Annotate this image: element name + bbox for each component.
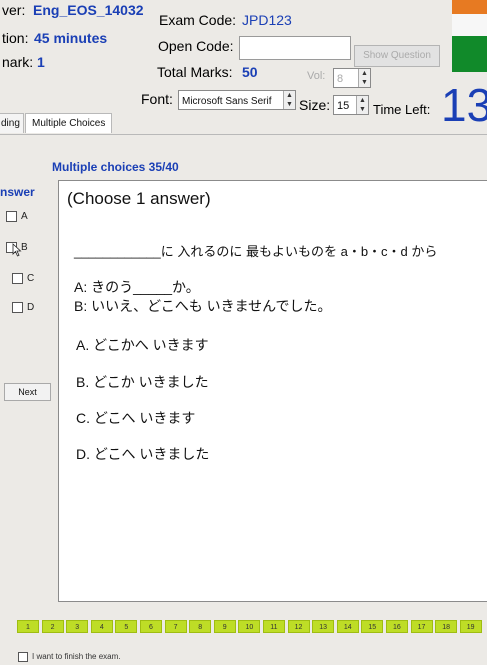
choice-d: D. どこへ いきました <box>76 444 209 464</box>
answer-option-a-label: A <box>21 211 28 223</box>
checkbox-c[interactable] <box>12 273 23 284</box>
question-instruction: (Choose 1 answer) <box>67 189 211 208</box>
open-code-label: Open Code: <box>158 38 234 54</box>
font-label: Font: <box>141 91 173 107</box>
question-nav-button[interactable]: 8 <box>189 620 212 633</box>
total-marks-value: 50 <box>242 64 258 80</box>
answer-header: nswer <box>0 185 35 199</box>
question-nav-button[interactable]: 18 <box>435 620 458 633</box>
choice-b: B. どこか いきました <box>76 372 209 392</box>
tab-reading[interactable]: ding <box>0 113 24 133</box>
finish-exam-checkbox[interactable] <box>18 652 28 662</box>
question-counter: Multiple choices 35/40 <box>52 160 179 174</box>
choice-c: C. どこへ いきます <box>76 408 195 428</box>
tab-multiple-choices[interactable]: Multiple Choices <box>25 113 113 133</box>
choice-a-letter: A. <box>76 337 90 353</box>
question-nav-button[interactable]: 5 <box>115 620 138 633</box>
finish-exam-label: I want to finish the exam. <box>32 652 121 662</box>
checkbox-d[interactable] <box>12 302 23 313</box>
spin-arrows-icon[interactable]: ▲ ▼ <box>358 69 370 87</box>
answer-option-a[interactable]: A <box>6 211 28 222</box>
exam-code-label: Exam Code: <box>159 12 237 28</box>
flag-orange-stripe <box>452 0 487 14</box>
size-value: 15 <box>337 100 350 112</box>
question-nav-button[interactable]: 15 <box>361 620 384 633</box>
dialog-line-b: B: いいえ、どこへも いきませんでした。 <box>74 298 332 314</box>
mark-value: 1 <box>37 54 45 70</box>
vol-label: Vol: <box>307 70 326 82</box>
flag-green-stripe <box>452 36 487 72</box>
question-nav-button[interactable]: 2 <box>41 620 64 633</box>
answer-option-c[interactable]: C <box>12 273 34 284</box>
vol-value: 8 <box>337 73 344 85</box>
question-nav-button[interactable]: 11 <box>262 620 285 633</box>
show-question-button[interactable]: Show Question <box>354 45 440 67</box>
choice-c-letter: C. <box>76 410 90 426</box>
vol-spinner[interactable]: 8 ▲ ▼ <box>333 68 371 88</box>
choice-d-text: どこへ いきました <box>93 446 210 462</box>
question-nav-button[interactable]: 17 <box>410 620 433 633</box>
question-nav-button[interactable]: 19 <box>459 620 482 633</box>
question-nav-button[interactable]: 6 <box>139 620 162 633</box>
question-prompt: ____________に 入れるのに 最もよいものを a・b・c・d から <box>74 244 438 259</box>
size-label: Size: <box>299 97 331 113</box>
font-select[interactable]: Microsoft Sans Serif ▲ ▼ <box>178 90 296 110</box>
question-nav-button[interactable]: 3 <box>66 620 89 633</box>
question-nav-button[interactable]: 12 <box>287 620 310 633</box>
choice-a-text: どこかへ いきます <box>93 337 209 353</box>
answer-option-d[interactable]: D <box>12 302 34 313</box>
choice-b-letter: B. <box>76 374 90 390</box>
question-nav-button[interactable]: 13 <box>312 620 335 633</box>
choice-b-text: どこか いきました <box>93 374 209 390</box>
choice-c-text: どこへ いきます <box>93 410 196 426</box>
checkbox-a[interactable] <box>6 211 17 222</box>
question-nav-button[interactable]: 4 <box>90 620 113 633</box>
total-marks-label: Total Marks: <box>157 64 233 80</box>
question-nav-bar: 1 2 3 4 5 6 7 8 9 10 11 12 13 14 15 16 17 18 19 <box>17 620 484 633</box>
answer-option-c-label: C <box>27 273 35 285</box>
dialog-line-a: A: きのう_____か。 <box>74 279 200 295</box>
question-nav-button[interactable]: 9 <box>213 620 236 633</box>
font-select-value: Microsoft Sans Serif <box>182 96 272 107</box>
question-nav-button[interactable]: 14 <box>336 620 359 633</box>
flag-white-stripe <box>452 14 487 36</box>
question-nav-button[interactable]: 16 <box>385 620 408 633</box>
spin-arrows-icon[interactable]: ▲ ▼ <box>283 91 295 109</box>
answer-option-d-label: D <box>27 302 35 314</box>
answer-option-b-label: B <box>21 242 28 254</box>
next-button[interactable]: Next <box>4 383 51 401</box>
duration-value: 45 minutes <box>34 30 108 46</box>
question-nav-button[interactable]: 7 <box>164 620 187 633</box>
question-nav-button[interactable]: 10 <box>238 620 261 633</box>
choice-d-letter: D. <box>76 446 90 462</box>
version-label: ver: <box>2 2 26 18</box>
mouse-cursor-icon <box>12 243 22 262</box>
duration-label: tion: <box>2 30 29 46</box>
mark-label: nark: <box>2 54 34 70</box>
choice-a: A. どこかへ いきます <box>76 335 209 355</box>
question-nav-button[interactable]: 1 <box>17 620 39 633</box>
finish-exam-option[interactable]: I want to finish the exam. <box>18 652 121 662</box>
open-code-input[interactable] <box>239 36 351 60</box>
exam-code-value: JPD123 <box>242 12 292 28</box>
version-value: Eng_EOS_14032 <box>33 2 144 18</box>
